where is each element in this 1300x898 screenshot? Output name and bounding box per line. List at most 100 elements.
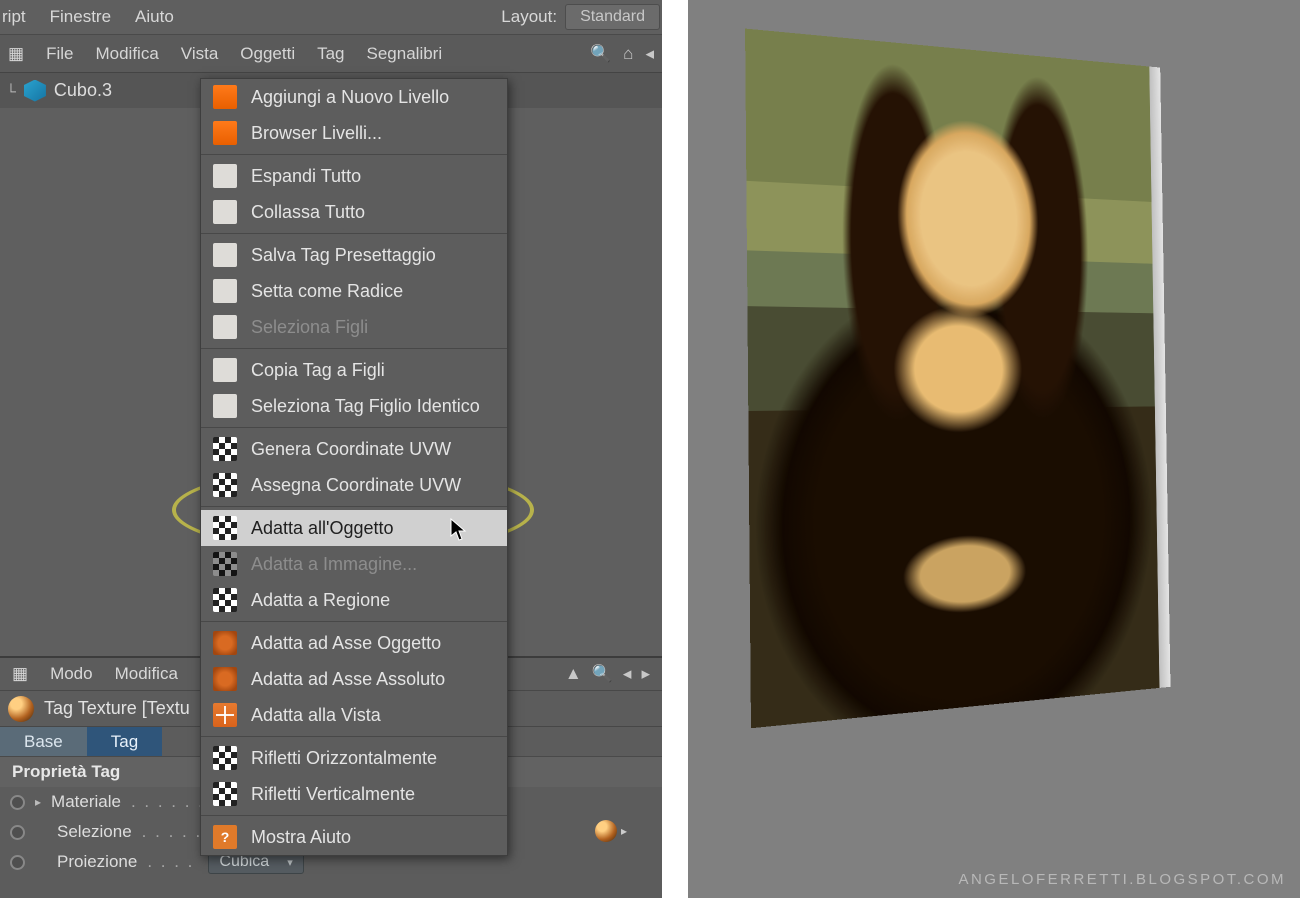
menu-item[interactable]: Modo	[50, 664, 93, 684]
ctx-label: Adatta a Regione	[251, 590, 390, 611]
ctx-label: Assegna Coordinate UVW	[251, 475, 461, 496]
chk-icon	[213, 516, 237, 540]
ctx-fit_region[interactable]: Adatta a Regione	[201, 582, 507, 618]
object-manager-menu: ▦ File Modifica Vista Oggetti Tag Segnal…	[0, 34, 662, 72]
menu-item[interactable]: Segnalibri	[367, 44, 443, 64]
house-icon	[213, 243, 237, 267]
pale-icon	[213, 394, 237, 418]
ctx-label: Espandi Tutto	[251, 166, 361, 187]
ctx-label: Browser Livelli...	[251, 123, 382, 144]
menu-item[interactable]: File	[46, 44, 73, 64]
ctx-label: Setta come Radice	[251, 281, 403, 302]
pale-icon	[213, 200, 237, 224]
ctx-select_identical[interactable]: Seleziona Tag Figlio Identico	[201, 388, 507, 424]
pale-icon	[213, 164, 237, 188]
ctx-assign_uvw[interactable]: Assegna Coordinate UVW	[201, 467, 507, 503]
prop-label: Materiale	[51, 792, 121, 812]
ctx-gen_uvw[interactable]: Genera Coordinate UVW	[201, 431, 507, 467]
ctx-label: Adatta ad Asse Assoluto	[251, 669, 445, 690]
menu-item[interactable]: Modifica	[95, 44, 158, 64]
chk-icon	[213, 473, 237, 497]
pale-icon	[213, 358, 237, 382]
ctx-label: Rifletti Orizzontalmente	[251, 748, 437, 769]
ctx-label: Salva Tag Presettaggio	[251, 245, 436, 266]
search-icon[interactable]: 🔍	[590, 44, 611, 64]
chk-icon	[213, 552, 237, 576]
menu-item[interactable]: Modifica	[115, 664, 178, 684]
chk-icon	[213, 588, 237, 612]
chk-icon	[213, 746, 237, 770]
context-menu: Aggiungi a Nuovo Livello Browser Livelli.…	[200, 78, 508, 856]
ctx-fit_view[interactable]: Adatta alla Vista	[201, 697, 507, 733]
ctx-mirror_v[interactable]: Rifletti Verticalmente	[201, 776, 507, 812]
nav-left-icon[interactable]: ◂	[623, 664, 632, 684]
nav-up-icon[interactable]: ▲	[565, 664, 582, 684]
textured-plane	[745, 29, 1159, 729]
object-name: Cubo.3	[54, 80, 112, 101]
menu-item[interactable]: Aiuto	[135, 7, 174, 27]
ctx-mirror_h[interactable]: Rifletti Orizzontalmente	[201, 740, 507, 776]
radio-icon	[10, 825, 25, 840]
watermark-text: ANGELOFERRETTI.BLOGSPOT.COM	[958, 871, 1286, 888]
tab-base[interactable]: Base	[0, 727, 87, 756]
ctx-label: Genera Coordinate UVW	[251, 439, 451, 460]
nav-right-icon[interactable]: ▸	[641, 664, 650, 684]
chevron-icon[interactable]: ◂	[645, 44, 654, 64]
ctx-expand_all[interactable]: Espandi Tutto	[201, 158, 507, 194]
ui-panel-left: ript Finestre Aiuto Layout: Standard ▦ F…	[0, 0, 662, 898]
menu-item[interactable]: Oggetti	[240, 44, 295, 64]
tab-tag[interactable]: Tag	[87, 727, 162, 756]
dots: . . . .	[147, 852, 194, 872]
tree-connector-icon: └	[6, 83, 16, 99]
ctx-fit_abs_axis[interactable]: Adatta ad Asse Assoluto	[201, 661, 507, 697]
ctx-collapse_all[interactable]: Collassa Tutto	[201, 194, 507, 230]
viewport-canvas[interactable]	[748, 26, 1248, 886]
radio-icon	[10, 795, 25, 810]
ctx-label: Adatta all'Oggetto	[251, 518, 394, 539]
orange-icon	[213, 121, 237, 145]
material-thumb[interactable]: ▸	[595, 820, 627, 842]
menu-item[interactable]: Tag	[317, 44, 344, 64]
orange-icon	[213, 85, 237, 109]
grid-icon	[213, 703, 237, 727]
layout-dropdown[interactable]: Standard	[565, 4, 660, 30]
ctx-fit_image: Adatta a Immagine...	[201, 546, 507, 582]
ctx-save_tag_preset[interactable]: Salva Tag Presettaggio	[201, 237, 507, 273]
ctx-label: Mostra Aiuto	[251, 827, 351, 848]
radio-icon	[10, 855, 25, 870]
house-icon	[213, 279, 237, 303]
menu-item[interactable]: ript	[2, 7, 26, 27]
ctx-label: Copia Tag a Figli	[251, 360, 385, 381]
ctx-layer_browser[interactable]: Browser Livelli...	[201, 115, 507, 151]
ctx-label: Seleziona Figli	[251, 317, 368, 338]
ctx-fit_object[interactable]: Adatta all'Oggetto	[201, 510, 507, 546]
menu-item[interactable]: Vista	[181, 44, 219, 64]
globe-icon	[213, 631, 237, 655]
ctx-copy_tag_children[interactable]: Copia Tag a Figli	[201, 352, 507, 388]
material-sphere-icon	[8, 696, 34, 722]
ctx-label: Seleziona Tag Figlio Identico	[251, 396, 480, 417]
search-icon[interactable]: 🔍	[592, 664, 613, 684]
home-icon[interactable]: ⌂	[623, 44, 633, 64]
app-menu-bar: ript Finestre Aiuto Layout: Standard	[0, 0, 662, 34]
ctx-set_root[interactable]: Setta come Radice	[201, 273, 507, 309]
prop-label: Selezione	[57, 822, 132, 842]
ctx-add_layer[interactable]: Aggiungi a Nuovo Livello	[201, 79, 507, 115]
ctx-label: Adatta a Immagine...	[251, 554, 417, 575]
help-icon: ?	[213, 825, 237, 849]
ctx-help[interactable]: ? Mostra Aiuto	[201, 819, 507, 855]
ctx-label: Rifletti Verticalmente	[251, 784, 415, 805]
layout-label: Layout:	[501, 7, 557, 27]
ctx-label: Aggiungi a Nuovo Livello	[251, 87, 449, 108]
menu-item[interactable]: Finestre	[50, 7, 111, 27]
hatch-icon[interactable]: ▦	[12, 664, 28, 684]
ctx-label: Collassa Tutto	[251, 202, 365, 223]
dropdown-icon: ▸	[621, 824, 627, 838]
chk-icon	[213, 437, 237, 461]
cube-icon	[24, 80, 46, 102]
material-sphere-icon	[595, 820, 617, 842]
hatch-icon[interactable]: ▦	[8, 44, 24, 64]
ctx-fit_obj_axis[interactable]: Adatta ad Asse Oggetto	[201, 625, 507, 661]
house-icon	[213, 315, 237, 339]
disclose-icon: ▸	[35, 795, 41, 809]
